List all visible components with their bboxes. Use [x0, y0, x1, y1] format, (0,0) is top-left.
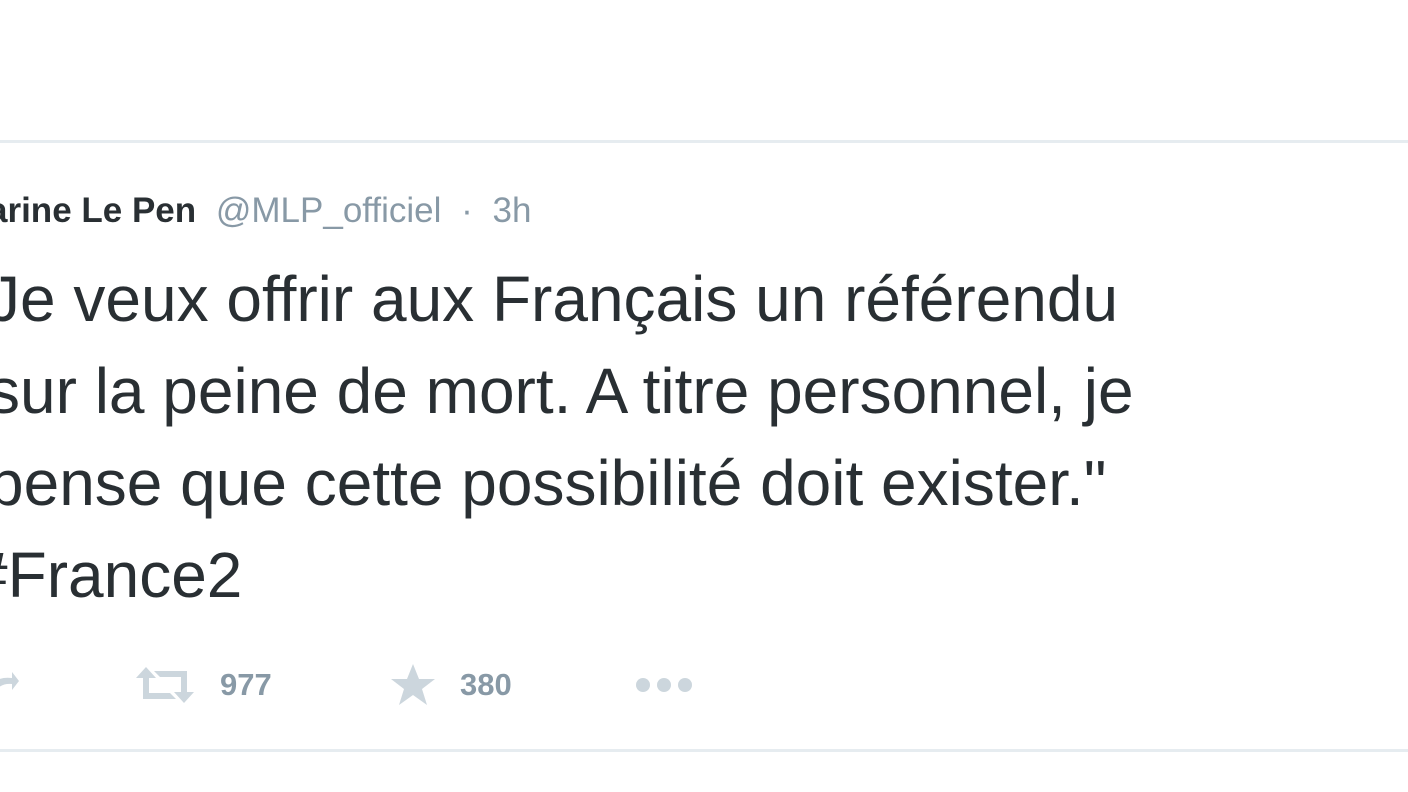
hashtag-link[interactable]: #France2: [0, 529, 242, 621]
more-dots-icon: [634, 675, 694, 695]
reply-button[interactable]: [0, 663, 20, 707]
retweet-icon: [134, 665, 196, 705]
author-handle[interactable]: @MLP_officiel: [216, 191, 442, 230]
retweet-button[interactable]: 977: [134, 663, 272, 707]
author-name[interactable]: arine Le Pen: [0, 191, 196, 230]
tweet-actions: 977 380: [0, 649, 1408, 721]
retweet-count: 977: [220, 667, 272, 702]
favorite-count: 380: [460, 667, 512, 702]
page: arine Le Pen @MLP_officiel · 3h Je veux …: [0, 0, 1408, 792]
star-icon: [390, 663, 436, 707]
more-button[interactable]: [634, 663, 694, 707]
tweet-header: arine Le Pen @MLP_officiel · 3h: [0, 191, 531, 231]
tweet-card[interactable]: arine Le Pen @MLP_officiel · 3h Je veux …: [0, 140, 1408, 752]
reply-icon: [0, 668, 20, 702]
favorite-button[interactable]: 380: [390, 663, 512, 707]
tweet-timestamp[interactable]: 3h: [493, 191, 532, 230]
header-separator: ·: [461, 191, 473, 230]
tweet-text: Je veux offrir aux Français un référendu…: [0, 263, 1134, 519]
